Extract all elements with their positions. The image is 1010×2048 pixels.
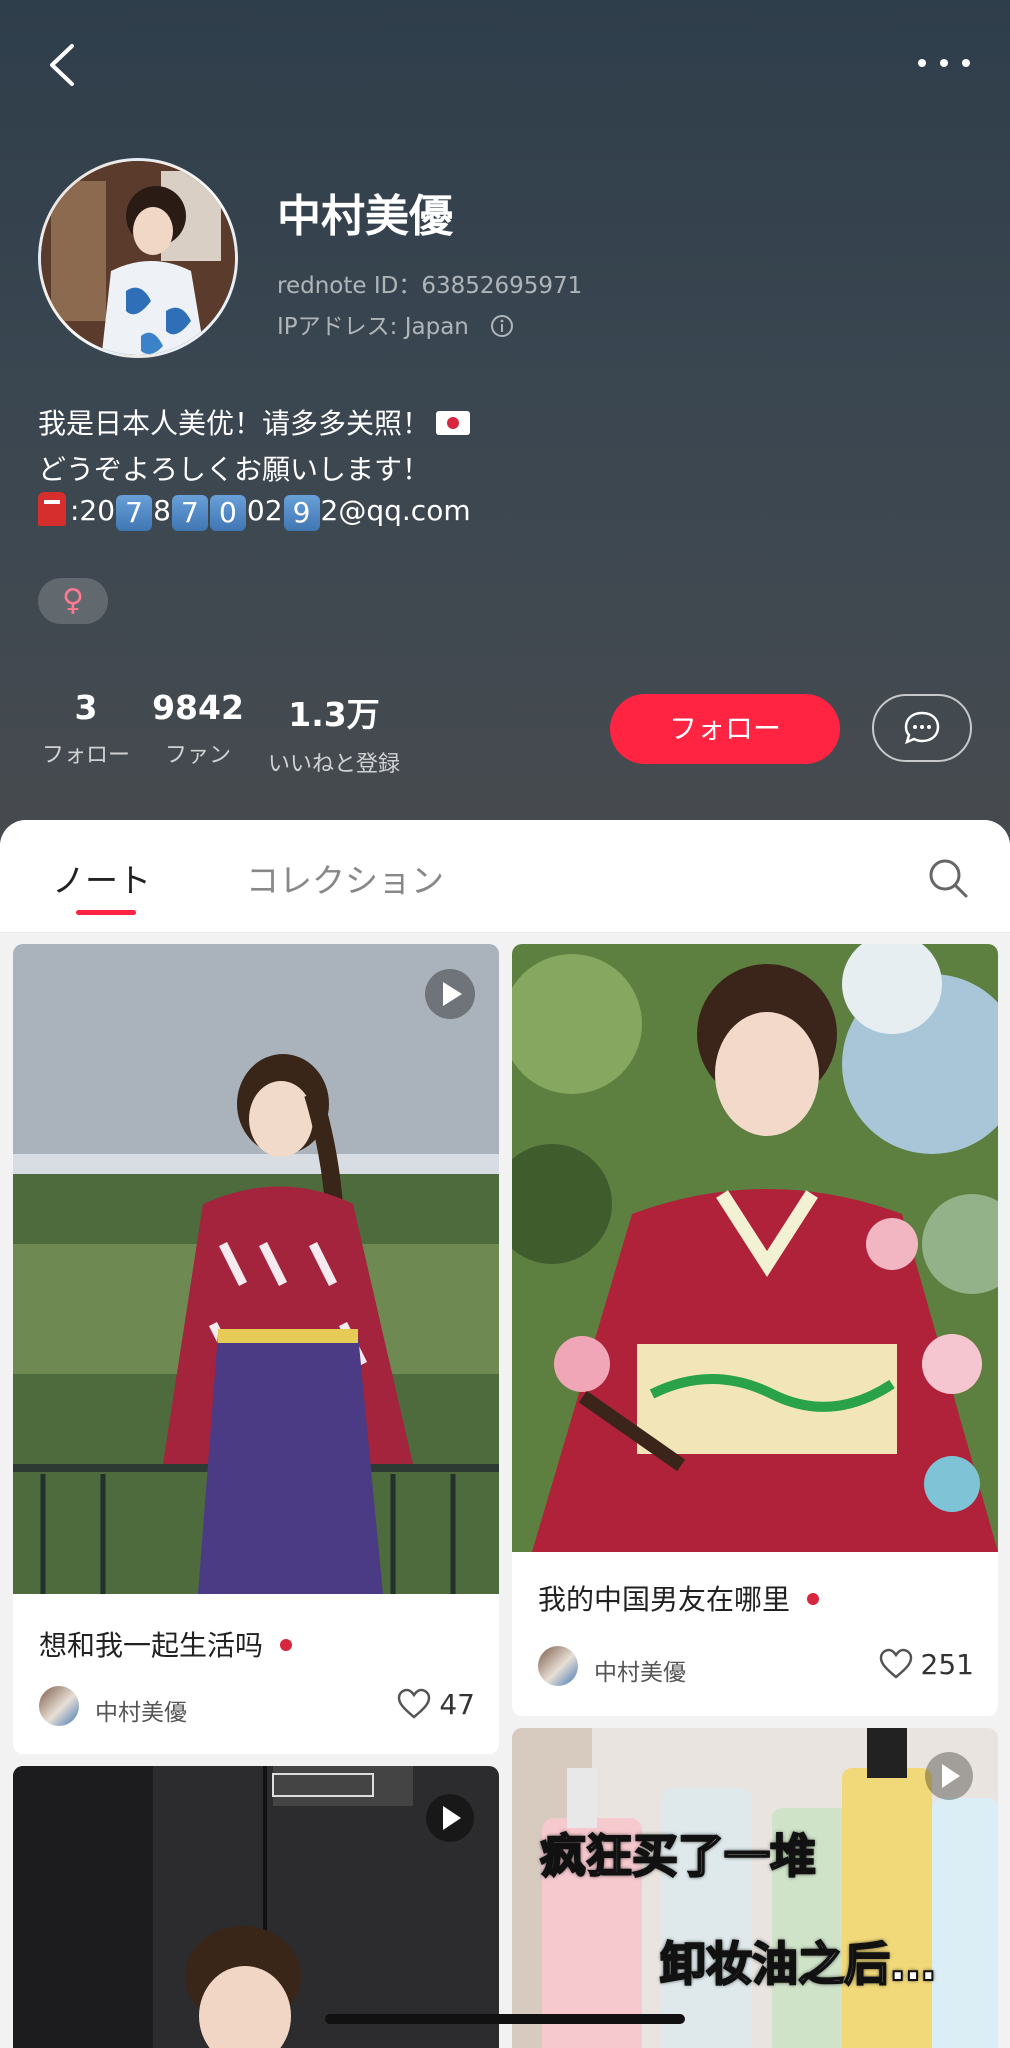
email-part: :20 bbox=[70, 494, 116, 527]
stat-likes-saves[interactable]: 1.3万 いいねと登録 bbox=[262, 688, 406, 778]
stat-value: 9842 bbox=[152, 688, 244, 727]
keycap-digit: 7 bbox=[171, 495, 208, 531]
note-card[interactable]: 疯狂买了一堆 卸妆油之后… bbox=[512, 1728, 998, 2048]
email-part: 2@qq.com bbox=[320, 494, 471, 527]
thumbnail-caption-2: 卸妆油之后… bbox=[659, 1936, 937, 1992]
ip-label: IPアドレス: Japan bbox=[277, 314, 469, 340]
author-name[interactable]: 中村美優 bbox=[95, 1693, 187, 1727]
note-card[interactable]: 我的中国男友在哪里 中村美優 251 bbox=[512, 944, 998, 1716]
home-indicator[interactable] bbox=[325, 2014, 685, 2024]
note-title-text: 我的中国男友在哪里 bbox=[538, 1583, 791, 1616]
thumbnail-caption-1: 疯狂买了一堆 bbox=[539, 1828, 817, 1884]
bio-line-1: 我是日本人美优！请多多关照！ bbox=[38, 402, 471, 442]
gender-tag: ♀ bbox=[38, 578, 108, 624]
heart-icon bbox=[398, 1688, 431, 1719]
stat-label: フォロー bbox=[41, 743, 130, 768]
like-count-value: 47 bbox=[439, 1688, 475, 1721]
japan-flag-icon bbox=[269, 1633, 304, 1657]
like-count[interactable]: 251 bbox=[879, 1648, 974, 1681]
note-thumbnail[interactable] bbox=[13, 1766, 499, 2048]
note-card[interactable] bbox=[13, 1766, 499, 2048]
tab-collection[interactable]: コレクション bbox=[246, 854, 444, 902]
notes-panel: ノート コレクション 想和我一起生活吗 中村美優 47 我的中国男友在哪里 中村… bbox=[0, 820, 1010, 2048]
author-avatar[interactable] bbox=[39, 1686, 79, 1726]
bio-text-1: 我是日本人美优！请多多关照！ bbox=[38, 407, 431, 440]
follow-button[interactable]: フォロー bbox=[610, 694, 840, 764]
author-avatar[interactable] bbox=[538, 1646, 578, 1686]
note-title-text: 想和我一起生活吗 bbox=[39, 1629, 264, 1662]
avatar[interactable] bbox=[38, 158, 238, 358]
more-dots-icon[interactable] bbox=[914, 48, 974, 78]
email-part: 02 bbox=[246, 494, 283, 527]
bio-line-2: どうぞよろしくお願いします！ bbox=[38, 453, 431, 486]
keycap-digit: 7 bbox=[116, 495, 153, 531]
note-title: 想和我一起生活吗 bbox=[39, 1624, 304, 1664]
author-name[interactable]: 中村美優 bbox=[594, 1653, 686, 1687]
tab-notes[interactable]: ノート bbox=[52, 854, 151, 902]
heart-icon bbox=[879, 1648, 912, 1679]
stat-following[interactable]: 3 フォロー bbox=[38, 688, 134, 769]
info-icon[interactable] bbox=[490, 314, 514, 338]
like-count-value: 251 bbox=[920, 1648, 974, 1681]
message-button[interactable] bbox=[872, 694, 972, 762]
email-part: 8 bbox=[153, 494, 171, 527]
rednote-id: rednote ID：63852695971 bbox=[277, 273, 583, 299]
like-count[interactable]: 47 bbox=[397, 1688, 475, 1721]
ip-location: IPアドレス: Japan bbox=[277, 307, 514, 341]
note-title: 我的中国男友在哪里 bbox=[538, 1578, 831, 1618]
keycap-digit: 9 bbox=[283, 495, 320, 531]
note-card[interactable]: 想和我一起生活吗 中村美優 47 bbox=[13, 944, 499, 1754]
japan-flag-icon bbox=[796, 1587, 831, 1611]
japan-flag-icon bbox=[436, 411, 471, 435]
note-thumbnail[interactable] bbox=[512, 1728, 998, 2048]
keycap-digit: 0 bbox=[209, 495, 246, 531]
stat-label: いいねと登録 bbox=[267, 752, 400, 777]
note-thumbnail[interactable] bbox=[13, 944, 499, 1594]
stat-label: ファン bbox=[164, 743, 231, 768]
stat-value: 1.3万 bbox=[288, 695, 380, 734]
tab-bar: ノート コレクション bbox=[0, 820, 1010, 933]
username: 中村美優 bbox=[277, 191, 453, 242]
note-thumbnail[interactable] bbox=[512, 944, 998, 1552]
search-icon[interactable] bbox=[926, 856, 970, 900]
chat-bubble-icon bbox=[904, 711, 940, 745]
bio-email: :20 7 8 7 0 02 9 2@qq.com bbox=[38, 492, 471, 531]
stat-fans[interactable]: 9842 ファン bbox=[150, 688, 246, 769]
stat-value: 3 bbox=[74, 688, 98, 727]
profile-header: 中村美優 rednote ID：63852695971 IPアドレス: Japa… bbox=[0, 0, 1010, 860]
active-tab-indicator bbox=[76, 910, 136, 915]
chevron-left-icon[interactable] bbox=[42, 40, 82, 90]
mailbox-icon bbox=[38, 492, 66, 526]
